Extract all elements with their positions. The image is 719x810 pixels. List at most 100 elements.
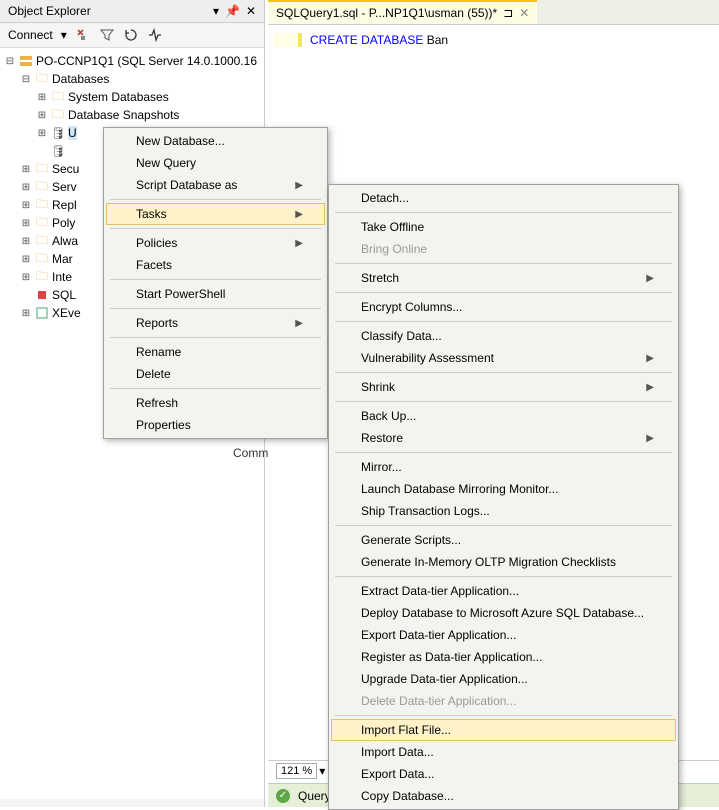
- connect-dropdown-icon[interactable]: ▾: [61, 28, 67, 42]
- menu-encrypt[interactable]: Encrypt Columns...: [331, 296, 676, 318]
- expand-icon[interactable]: ⊞: [20, 254, 32, 265]
- menu-separator: [335, 372, 672, 373]
- connect-label[interactable]: Connect: [8, 28, 53, 42]
- menu-tasks[interactable]: Tasks▶: [106, 203, 325, 225]
- panel-title: Object Explorer: [8, 4, 91, 18]
- menu-facets[interactable]: Facets: [106, 254, 325, 276]
- menu-export-data[interactable]: Export Data...: [331, 763, 676, 785]
- connect-toolbar: Connect ▾: [0, 23, 264, 48]
- menu-export-dac[interactable]: Export Data-tier Application...: [331, 624, 676, 646]
- folder-icon: 🗀: [34, 215, 50, 231]
- menu-deploy-azure[interactable]: Deploy Database to Microsoft Azure SQL D…: [331, 602, 676, 624]
- menu-separator: [335, 715, 672, 716]
- expand-icon[interactable]: ⊞: [36, 110, 48, 121]
- tree-server-node[interactable]: ⊟ PO-CCNP1Q1 (SQL Server 14.0.1000.16: [4, 52, 260, 70]
- menu-refresh[interactable]: Refresh: [106, 392, 325, 414]
- menu-ship-logs[interactable]: Ship Transaction Logs...: [331, 500, 676, 522]
- submenu-arrow-icon: ▶: [295, 180, 303, 191]
- expand-icon[interactable]: ⊞: [36, 128, 48, 139]
- disconnect-icon[interactable]: [75, 27, 91, 43]
- server-icon: [18, 53, 34, 69]
- menu-separator: [335, 576, 672, 577]
- menu-separator: [335, 212, 672, 213]
- sql-agent-icon: [34, 287, 50, 303]
- expand-icon[interactable]: ⊞: [36, 92, 48, 103]
- code-editor[interactable]: CREATE DATABASE Ban: [268, 25, 719, 55]
- tab-close-icon[interactable]: ✕: [519, 6, 529, 20]
- submenu-arrow-icon: ▶: [646, 382, 654, 393]
- expand-icon[interactable]: ⊞: [20, 236, 32, 247]
- tab-sqlquery[interactable]: SQLQuery1.sql - P...NP1Q1\usman (55))* ⊐…: [268, 0, 537, 24]
- menu-separator: [335, 452, 672, 453]
- menu-vulnerability[interactable]: Vulnerability Assessment▶: [331, 347, 676, 369]
- menu-delete[interactable]: Delete: [106, 363, 325, 385]
- status-ok-icon: ✓: [276, 789, 290, 803]
- expand-icon[interactable]: ⊞: [20, 218, 32, 229]
- dropdown-icon[interactable]: ▾: [213, 4, 219, 18]
- activity-icon[interactable]: [147, 27, 163, 43]
- expand-icon[interactable]: ⊞: [20, 182, 32, 193]
- refresh-icon[interactable]: [123, 27, 139, 43]
- menu-delete-dac: Delete Data-tier Application...: [331, 690, 676, 712]
- menu-separator: [335, 263, 672, 264]
- menu-rename[interactable]: Rename: [106, 341, 325, 363]
- submenu-arrow-icon: ▶: [295, 318, 303, 329]
- menu-properties[interactable]: Properties: [106, 414, 325, 436]
- expand-icon[interactable]: ⊞: [20, 308, 32, 319]
- menu-register-dac[interactable]: Register as Data-tier Application...: [331, 646, 676, 668]
- menu-import-data[interactable]: Import Data...: [331, 741, 676, 763]
- zoom-dropdown-icon[interactable]: ▾: [319, 764, 325, 778]
- menu-separator: [335, 321, 672, 322]
- menu-policies[interactable]: Policies▶: [106, 232, 325, 254]
- menu-detach[interactable]: Detach...: [331, 187, 676, 209]
- xevents-icon: [34, 305, 50, 321]
- collapse-icon[interactable]: ⊟: [20, 74, 32, 85]
- expand-icon[interactable]: ⊞: [20, 272, 32, 283]
- tree-snapshots-node[interactable]: ⊞ 🗀 Database Snapshots: [4, 106, 260, 124]
- submenu-arrow-icon: ▶: [646, 273, 654, 284]
- folder-icon: 🗀: [34, 71, 50, 87]
- tree-databases-node[interactable]: ⊟ 🗀 Databases: [4, 70, 260, 88]
- menu-extract-dac[interactable]: Extract Data-tier Application...: [331, 580, 676, 602]
- menu-take-offline[interactable]: Take Offline: [331, 216, 676, 238]
- menu-separator: [110, 279, 321, 280]
- close-icon[interactable]: ✕: [246, 4, 256, 18]
- submenu-arrow-icon: ▶: [646, 433, 654, 444]
- menu-upgrade-dac[interactable]: Upgrade Data-tier Application...: [331, 668, 676, 690]
- menu-gen-scripts[interactable]: Generate Scripts...: [331, 529, 676, 551]
- menu-import-flat-file[interactable]: Import Flat File...: [331, 719, 676, 741]
- expand-icon[interactable]: ⊞: [20, 164, 32, 175]
- expand-icon[interactable]: ⊞: [20, 200, 32, 211]
- menu-reports[interactable]: Reports▶: [106, 312, 325, 334]
- folder-icon: 🗀: [34, 233, 50, 249]
- tree-sysdb-node[interactable]: ⊞ 🗀 System Databases: [4, 88, 260, 106]
- menu-restore[interactable]: Restore▶: [331, 427, 676, 449]
- sql-identifier: Ban: [427, 33, 448, 47]
- menu-gen-oltp[interactable]: Generate In-Memory OLTP Migration Checkl…: [331, 551, 676, 573]
- menu-copy-database[interactable]: Copy Database...: [331, 785, 676, 807]
- context-menu-database: New Database... New Query Script Databas…: [103, 127, 328, 439]
- filter-icon[interactable]: [99, 27, 115, 43]
- submenu-arrow-icon: ▶: [646, 353, 654, 364]
- tab-pin-icon[interactable]: ⊐: [503, 6, 513, 20]
- database-icon: 🛢: [50, 125, 66, 141]
- context-menu-tasks: Detach... Take Offline Bring Online Stre…: [328, 184, 679, 810]
- collapse-icon[interactable]: ⊟: [4, 56, 16, 67]
- menu-new-query[interactable]: New Query: [106, 152, 325, 174]
- menu-stretch[interactable]: Stretch▶: [331, 267, 676, 289]
- menu-powershell[interactable]: Start PowerShell: [106, 283, 325, 305]
- menu-launch-mirror[interactable]: Launch Database Mirroring Monitor...: [331, 478, 676, 500]
- menu-separator: [110, 199, 321, 200]
- menu-separator: [335, 292, 672, 293]
- menu-backup[interactable]: Back Up...: [331, 405, 676, 427]
- menu-mirror[interactable]: Mirror...: [331, 456, 676, 478]
- zoom-level[interactable]: 121 %: [276, 763, 317, 779]
- pin-icon[interactable]: 📌: [225, 4, 240, 18]
- comments-label: Comm: [233, 446, 268, 460]
- submenu-arrow-icon: ▶: [295, 238, 303, 249]
- menu-classify[interactable]: Classify Data...: [331, 325, 676, 347]
- menu-separator: [335, 525, 672, 526]
- menu-new-database[interactable]: New Database...: [106, 130, 325, 152]
- menu-shrink[interactable]: Shrink▶: [331, 376, 676, 398]
- menu-script-database[interactable]: Script Database as▶: [106, 174, 325, 196]
